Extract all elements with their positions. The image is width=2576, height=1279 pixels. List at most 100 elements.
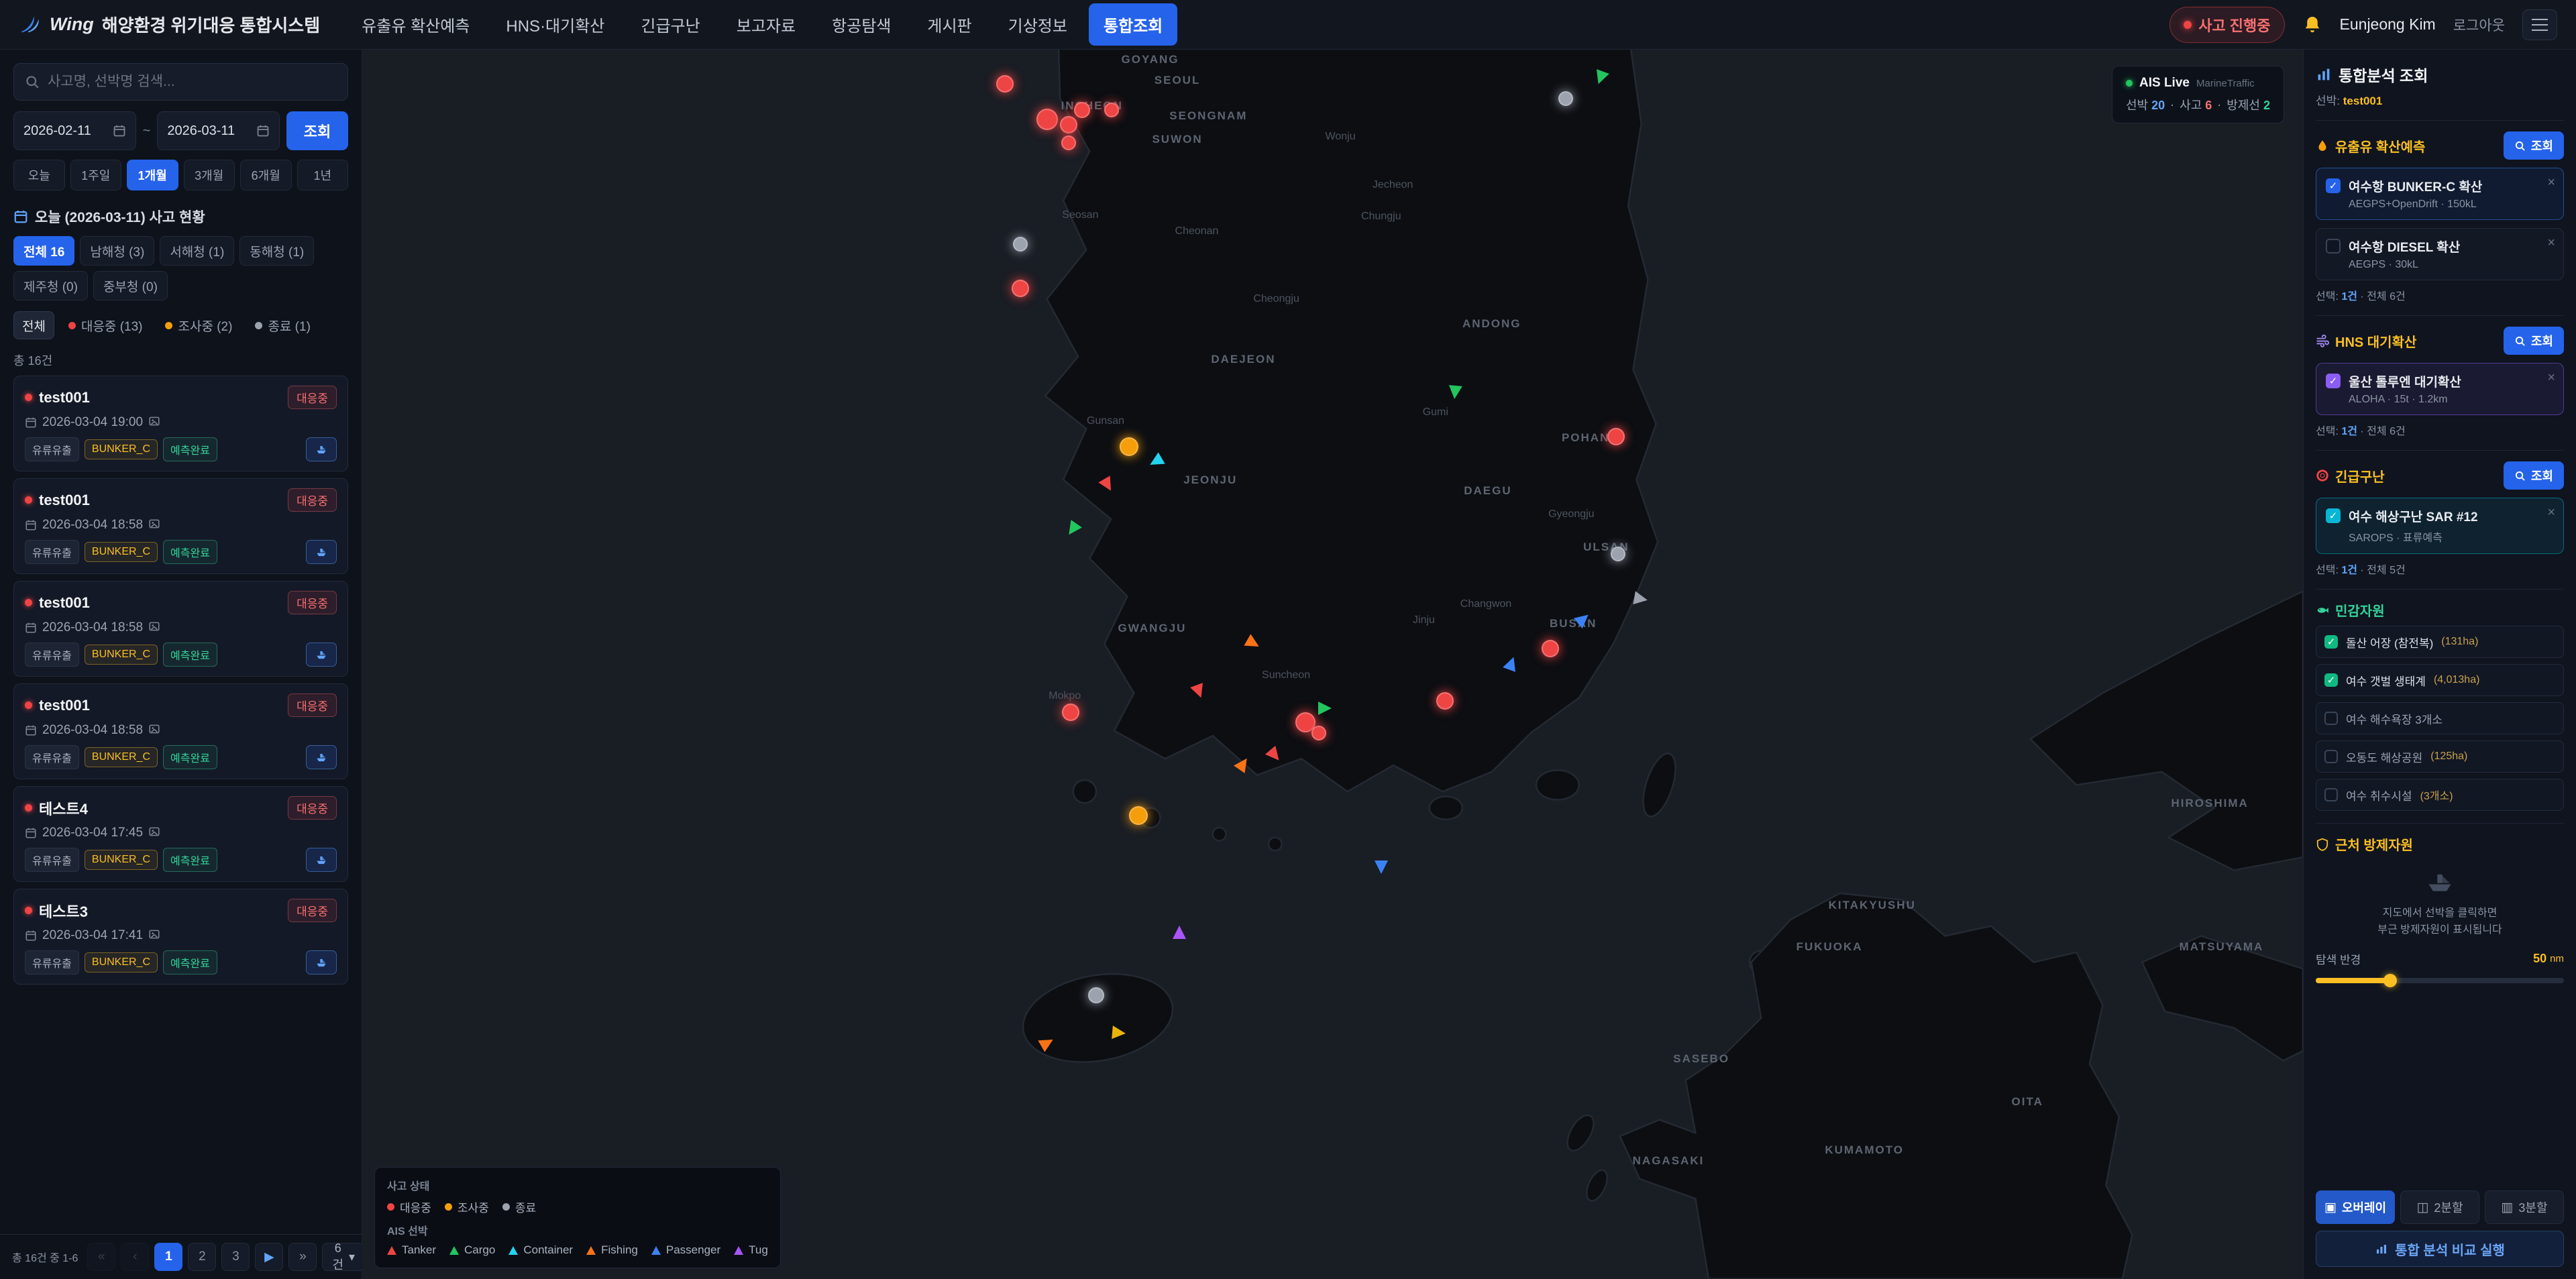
incident-search[interactable] [13, 63, 348, 101]
checkbox[interactable]: ✓ [2324, 635, 2338, 649]
view-on-map-button[interactable] [306, 950, 337, 975]
incident-marker[interactable] [1104, 103, 1119, 117]
first-page-button[interactable]: « [87, 1243, 115, 1271]
region-chip-6[interactable]: 중부청 (0) [93, 271, 168, 300]
ship-marker[interactable] [1448, 386, 1462, 400]
spill-query-button[interactable]: 조회 [2504, 131, 2564, 160]
run-analysis-button[interactable]: 통합 분석 비교 실행 [2316, 1231, 2564, 1267]
nav-item-6[interactable]: 게시판 [912, 3, 986, 46]
nav-item-2[interactable]: HNS·대기확산 [491, 3, 619, 46]
ship-marker[interactable] [1173, 926, 1186, 939]
incident-card[interactable]: test001대응중2026-03-04 18:58유류유출BUNKER_C예측… [13, 683, 348, 779]
hns-query-button[interactable]: 조회 [2504, 327, 2564, 355]
incident-marker[interactable] [1074, 102, 1090, 118]
close-icon[interactable]: × [2547, 235, 2555, 251]
ship-marker[interactable] [1112, 1026, 1126, 1041]
incident-marker[interactable] [1607, 428, 1625, 445]
sar-query-button[interactable]: 조회 [2504, 461, 2564, 490]
sensitive-resource-row[interactable]: ✓돌산 어장 (참전복)(131ha) [2316, 626, 2564, 658]
close-icon[interactable]: × [2547, 505, 2555, 520]
view-mode-2[interactable]: ◫2분할 [2400, 1190, 2479, 1224]
region-chip-5[interactable]: 제주청 (0) [13, 271, 88, 300]
incident-card[interactable]: test001대응중2026-03-04 18:58유류유출BUNKER_C예측… [13, 581, 348, 677]
checkbox[interactable] [2326, 239, 2341, 254]
radius-slider-thumb[interactable] [2383, 974, 2397, 987]
incident-card[interactable]: test001대응중2026-03-04 19:00유류유출BUNKER_C예측… [13, 376, 348, 471]
checkbox[interactable] [2324, 788, 2338, 801]
incident-card[interactable]: test001대응중2026-03-04 18:58유류유출BUNKER_C예측… [13, 478, 348, 574]
checkbox[interactable]: ✓ [2324, 673, 2338, 687]
range-chip-3[interactable]: 1개월 [127, 160, 178, 190]
sensitive-resource-row[interactable]: 여수 취수시설(3개소) [2316, 779, 2564, 811]
close-icon[interactable]: × [2547, 370, 2555, 386]
range-chip-1[interactable]: 오늘 [13, 160, 65, 190]
logout-button[interactable]: 로그아웃 [2453, 15, 2505, 35]
view-mode-1[interactable]: ▣오버레이 [2316, 1190, 2395, 1224]
status-chip-3[interactable]: 조사중 (2) [156, 311, 241, 339]
checkbox[interactable]: ✓ [2326, 178, 2341, 193]
nav-item-1[interactable]: 유출유 확산예측 [347, 3, 484, 46]
page-button-1[interactable]: 1 [154, 1243, 182, 1271]
range-chip-6[interactable]: 1년 [297, 160, 349, 190]
incident-marker[interactable] [1012, 280, 1029, 297]
incident-marker[interactable] [1542, 640, 1559, 657]
region-chip-3[interactable]: 서해청 (1) [160, 236, 234, 266]
sensitive-resource-row[interactable]: 오동도 해상공원(125ha) [2316, 740, 2564, 773]
nav-item-4[interactable]: 보고자료 [722, 3, 810, 46]
status-chip-2[interactable]: 대응중 (13) [60, 311, 152, 339]
incident-marker[interactable] [1036, 109, 1058, 130]
hamburger-menu-button[interactable] [2522, 9, 2557, 40]
nav-item-5[interactable]: 항공탐색 [817, 3, 906, 46]
region-chip-1[interactable]: 전체 16 [13, 236, 74, 266]
page-size-select[interactable]: 6건 ▾ [322, 1243, 365, 1271]
status-chip-4[interactable]: 종료 (1) [246, 311, 319, 339]
nav-item-7[interactable]: 기상정보 [994, 3, 1082, 46]
page-button-3[interactable]: 3 [221, 1243, 250, 1271]
date-search-button[interactable]: 조회 [286, 111, 348, 150]
close-icon[interactable]: × [2547, 175, 2555, 190]
analysis-card[interactable]: ✓여수항 BUNKER-C 확산AEGPS+OpenDrift · 150kL× [2316, 168, 2564, 220]
ship-marker[interactable] [1318, 702, 1332, 715]
prev-page-button[interactable]: ‹ [121, 1243, 149, 1271]
incident-marker[interactable] [1088, 987, 1104, 1003]
view-on-map-button[interactable] [306, 437, 337, 461]
incident-active-badge[interactable]: 사고 진행중 [2169, 7, 2284, 43]
page-button-2[interactable]: 2 [188, 1243, 216, 1271]
analysis-card[interactable]: ✓여수 해상구난 SAR #12SAROPS · 표류예측× [2316, 498, 2564, 554]
date-to-input[interactable]: 2026-03-11 [157, 111, 280, 150]
incident-marker[interactable] [1061, 135, 1076, 150]
bell-icon[interactable] [2302, 15, 2322, 35]
nav-item-3[interactable]: 긴급구난 [626, 3, 714, 46]
nav-item-8[interactable]: 통합조회 [1089, 3, 1177, 46]
status-chip-1[interactable]: 전체 [13, 311, 54, 339]
view-mode-3[interactable]: ▥3분할 [2485, 1190, 2564, 1224]
incident-marker[interactable] [1436, 692, 1454, 710]
radius-slider[interactable] [2316, 978, 2564, 983]
date-from-input[interactable]: 2026-02-11 [13, 111, 136, 150]
view-on-map-button[interactable] [306, 745, 337, 769]
incident-marker[interactable] [1062, 704, 1079, 721]
checkbox[interactable] [2324, 712, 2338, 725]
checkbox[interactable]: ✓ [2326, 374, 2341, 388]
range-chip-2[interactable]: 1주일 [70, 160, 122, 190]
incident-marker[interactable] [1013, 237, 1028, 252]
incident-marker[interactable] [1129, 806, 1148, 825]
incident-marker[interactable] [1060, 116, 1077, 133]
view-on-map-button[interactable] [306, 848, 337, 872]
range-chip-4[interactable]: 3개월 [184, 160, 235, 190]
last-page-button[interactable]: » [288, 1243, 317, 1271]
range-chip-5[interactable]: 6개월 [240, 160, 292, 190]
region-chip-4[interactable]: 동해청 (1) [239, 236, 314, 266]
search-input[interactable] [48, 74, 337, 90]
incident-card[interactable]: 테스트4대응중2026-03-04 17:45유류유출BUNKER_C예측완료 [13, 786, 348, 882]
ship-marker[interactable] [1375, 860, 1388, 874]
incident-marker[interactable] [1558, 91, 1573, 106]
checkbox[interactable]: ✓ [2326, 508, 2341, 523]
incident-marker[interactable] [1311, 726, 1326, 740]
checkbox[interactable] [2324, 750, 2338, 763]
region-chip-2[interactable]: 남해청 (3) [80, 236, 154, 266]
map[interactable]: GOYANGSEOULINCHEONSEONGNAMSUWONWonjuJech… [362, 50, 2303, 1279]
incident-card[interactable]: 테스트3대응중2026-03-04 17:41유류유출BUNKER_C예측완료 [13, 889, 348, 985]
sensitive-resource-row[interactable]: ✓여수 갯벌 생태계(4,013ha) [2316, 664, 2564, 696]
sensitive-resource-row[interactable]: 여수 해수욕장 3개소 [2316, 702, 2564, 734]
